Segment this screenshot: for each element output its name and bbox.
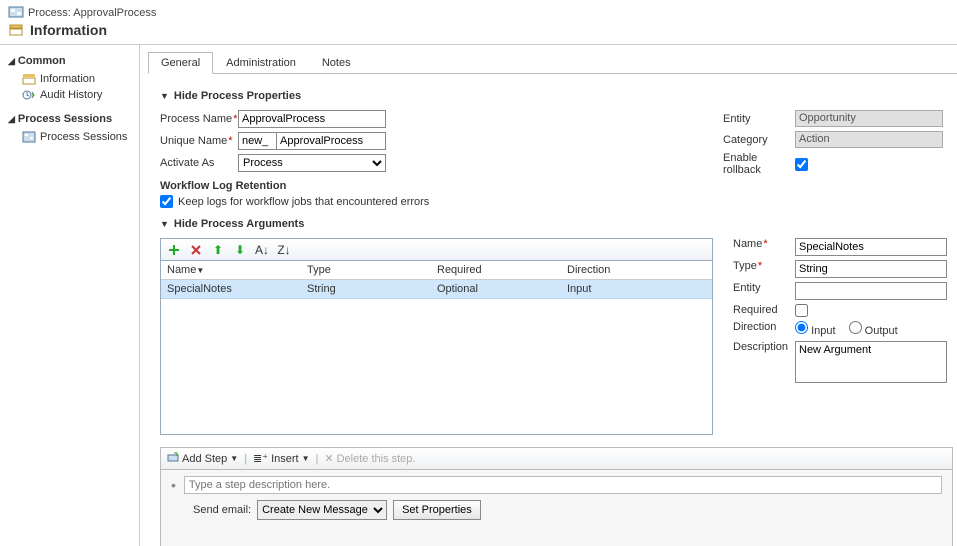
activate-as-label: Activate As bbox=[160, 157, 238, 169]
arg-name-label: Name* bbox=[733, 238, 795, 250]
arguments-toolbar: ⬆ ⬇ A↓ Z↓ bbox=[160, 238, 713, 260]
add-argument-icon[interactable] bbox=[167, 243, 181, 257]
collapse-caret-icon: ▼ bbox=[160, 219, 169, 229]
keep-logs-checkbox[interactable] bbox=[160, 195, 173, 208]
section-hide-properties[interactable]: ▼ Hide Process Properties bbox=[160, 90, 953, 102]
process-properties: Process Name* Unique Name* Activate As bbox=[160, 110, 953, 208]
cell-direction: Input bbox=[561, 280, 681, 298]
sort-desc-icon[interactable]: Z↓ bbox=[277, 243, 291, 257]
col-type[interactable]: Type bbox=[301, 261, 431, 279]
main-area: General Administration Notes ▼ Hide Proc… bbox=[140, 45, 957, 546]
sidebar-heading-common[interactable]: ◢ Common bbox=[8, 55, 131, 67]
step-description-input[interactable] bbox=[184, 476, 942, 494]
argument-detail-panel: Name* Type* Entity Required bbox=[733, 238, 953, 435]
col-required[interactable]: Required bbox=[431, 261, 561, 279]
page-title-row: Information bbox=[8, 22, 949, 38]
sidebar-item-audit-history[interactable]: Audit History bbox=[8, 87, 131, 103]
arg-direction-label: Direction bbox=[733, 321, 795, 333]
arguments-grid-header: Name▼ Type Required Direction bbox=[161, 261, 712, 280]
arg-required-checkbox[interactable] bbox=[795, 304, 808, 317]
delete-step-button[interactable]: ✕ Delete this step. bbox=[324, 452, 415, 465]
delete-argument-icon[interactable] bbox=[189, 243, 203, 257]
page-title: Information bbox=[30, 22, 107, 38]
information-icon bbox=[8, 23, 24, 37]
tab-administration[interactable]: Administration bbox=[213, 52, 309, 74]
arguments-grid-row[interactable]: SpecialNotes String Optional Input bbox=[161, 280, 712, 299]
steps-toolbar: Add Step ▼ | ≣⁺ Insert ▼ | ✕ Delete this… bbox=[161, 448, 952, 470]
sidebar: ◢ Common Information Audit History ◢ Pro… bbox=[0, 45, 140, 546]
tab-notes[interactable]: Notes bbox=[309, 52, 364, 74]
col-name[interactable]: Name▼ bbox=[161, 261, 301, 279]
steps-area: Add Step ▼ | ≣⁺ Insert ▼ | ✕ Delete this… bbox=[160, 447, 953, 546]
arg-required-label: Required bbox=[733, 304, 795, 316]
category-value: Action bbox=[795, 131, 943, 148]
arg-description-label: Description bbox=[733, 341, 795, 353]
unique-name-label: Unique Name* bbox=[160, 135, 238, 147]
arg-type-input[interactable] bbox=[795, 260, 947, 278]
move-down-icon[interactable]: ⬇ bbox=[233, 243, 247, 257]
sidebar-item-information[interactable]: Information bbox=[8, 71, 131, 87]
keep-logs-label: Keep logs for workflow jobs that encount… bbox=[178, 196, 429, 208]
entity-label: Entity bbox=[723, 113, 795, 125]
direction-output-radio[interactable] bbox=[849, 321, 862, 334]
entity-value: Opportunity bbox=[795, 110, 943, 127]
direction-input-radio[interactable] bbox=[795, 321, 808, 334]
process-icon bbox=[8, 6, 24, 20]
insert-button[interactable]: ≣⁺ Insert ▼ bbox=[253, 452, 309, 465]
delete-icon: ✕ bbox=[324, 452, 333, 465]
cell-required: Optional bbox=[431, 280, 561, 298]
step-action-row: Send email: Create New Message Set Prope… bbox=[171, 500, 942, 520]
sort-asc-icon[interactable]: A↓ bbox=[255, 243, 269, 257]
arg-entity-input[interactable] bbox=[795, 282, 947, 300]
dropdown-caret-icon: ▼ bbox=[230, 454, 238, 463]
activate-as-select[interactable]: Process bbox=[238, 154, 386, 172]
process-sessions-icon bbox=[22, 131, 36, 143]
tabs: General Administration Notes bbox=[148, 51, 957, 74]
arg-type-label: Type* bbox=[733, 260, 795, 272]
col-direction[interactable]: Direction bbox=[561, 261, 681, 279]
section-hide-arguments[interactable]: ▼ Hide Process Arguments bbox=[160, 218, 953, 230]
step-bullet-icon: • bbox=[171, 477, 176, 493]
caret-down-icon: ◢ bbox=[8, 114, 15, 125]
set-properties-button[interactable]: Set Properties bbox=[393, 500, 481, 520]
tab-general[interactable]: General bbox=[148, 52, 213, 74]
window-header: Process: ApprovalProcess Information bbox=[0, 0, 957, 45]
insert-icon: ≣⁺ bbox=[253, 452, 268, 465]
arg-description-textarea[interactable]: New Argument bbox=[795, 341, 947, 383]
arg-name-input[interactable] bbox=[795, 238, 947, 256]
caret-down-icon: ◢ bbox=[8, 56, 15, 67]
process-line-text: Process: ApprovalProcess bbox=[28, 7, 156, 19]
cell-type: String bbox=[301, 280, 431, 298]
add-step-icon bbox=[167, 451, 179, 466]
unique-name-input[interactable] bbox=[276, 132, 386, 150]
send-email-select[interactable]: Create New Message bbox=[257, 500, 387, 520]
process-breadcrumb: Process: ApprovalProcess bbox=[8, 6, 949, 20]
unique-name-prefix[interactable] bbox=[238, 132, 276, 150]
step-row[interactable]: • bbox=[171, 476, 942, 494]
process-name-label: Process Name* bbox=[160, 113, 238, 125]
sidebar-heading-process-sessions[interactable]: ◢ Process Sessions bbox=[8, 113, 131, 125]
information-icon bbox=[22, 73, 36, 85]
cell-name: SpecialNotes bbox=[161, 280, 301, 298]
collapse-caret-icon: ▼ bbox=[160, 91, 169, 101]
category-label: Category bbox=[723, 134, 795, 146]
workflow-log-heading: Workflow Log Retention bbox=[160, 180, 429, 192]
dropdown-caret-icon: ▼ bbox=[302, 454, 310, 463]
add-step-button[interactable]: Add Step ▼ bbox=[167, 451, 238, 466]
move-up-icon[interactable]: ⬆ bbox=[211, 243, 225, 257]
audit-history-icon bbox=[22, 89, 36, 101]
enable-rollback-label: Enable rollback bbox=[723, 152, 795, 176]
send-email-label: Send email: bbox=[193, 504, 251, 516]
arguments-grid: Name▼ Type Required Direction SpecialNot… bbox=[160, 260, 713, 435]
enable-rollback-checkbox[interactable] bbox=[795, 158, 808, 171]
sidebar-item-process-sessions[interactable]: Process Sessions bbox=[8, 129, 131, 145]
process-name-input[interactable] bbox=[238, 110, 386, 128]
arg-entity-label: Entity bbox=[733, 282, 795, 294]
